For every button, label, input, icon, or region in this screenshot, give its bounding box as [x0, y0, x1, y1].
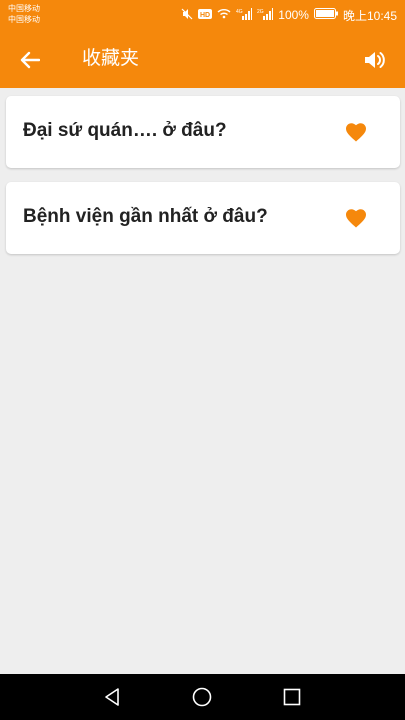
favorites-list: Đại sứ quán…. ở đâu? Bệnh viện gần nhất …: [6, 96, 400, 268]
arrow-back-icon: [20, 51, 40, 69]
heart-icon[interactable]: [344, 120, 368, 142]
carrier-2: 中国移动: [8, 15, 40, 24]
battery-percent: 100%: [278, 8, 309, 22]
nav-home-button[interactable]: [190, 685, 214, 709]
signal-4g-icon: 4G: [236, 7, 253, 23]
page-title: 收藏夹: [82, 48, 140, 69]
triangle-back-icon: [105, 688, 119, 706]
square-recents-icon: [283, 688, 301, 706]
nav-recents-button[interactable]: [280, 685, 304, 709]
status-icons: HD 4G 2G 100% 晚上10:45: [176, 7, 397, 23]
phrase-text: Bệnh viện gần nhất ở đâu?: [23, 206, 268, 227]
svg-text:2G: 2G: [257, 9, 264, 15]
clock: 晚上10:45: [342, 8, 397, 23]
heart-icon[interactable]: [344, 206, 368, 228]
hd-icon: HD: [198, 8, 213, 22]
favorite-item[interactable]: Bệnh viện gần nhất ở đâu?: [6, 182, 400, 254]
volume-icon: [365, 52, 385, 68]
navigation-bar: [0, 674, 405, 720]
svg-text:4G: 4G: [236, 9, 243, 15]
status-bar: 中国移动 中国移动 HD 4G 2G 100% 晚上10:45: [0, 0, 405, 30]
phrase-text: Đại sứ quán…. ở đâu?: [23, 120, 227, 141]
mute-icon: [181, 8, 193, 23]
back-button[interactable]: [14, 44, 46, 76]
nav-back-button[interactable]: [100, 685, 124, 709]
battery-icon: [313, 8, 338, 22]
carrier-1: 中国移动: [8, 4, 40, 13]
wifi-icon: [217, 8, 231, 22]
favorite-item[interactable]: Đại sứ quán…. ở đâu?: [6, 96, 400, 168]
carrier-info: 中国移动 中国移动: [8, 3, 40, 25]
sound-button[interactable]: [359, 44, 391, 76]
signal-2g-icon: 2G: [257, 7, 274, 23]
circle-home-icon: [192, 687, 212, 707]
app-bar: 收藏夹: [0, 30, 405, 88]
svg-text:HD: HD: [200, 12, 210, 19]
